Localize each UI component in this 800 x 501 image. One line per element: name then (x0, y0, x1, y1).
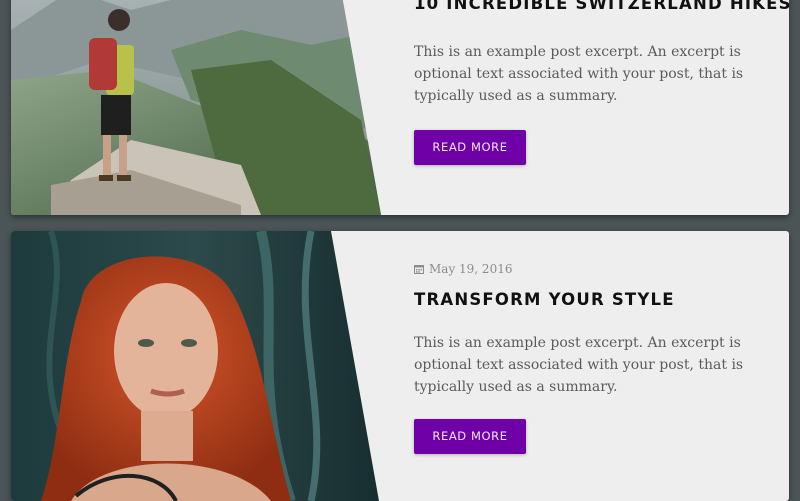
post-content: May 19, 2016 Transform Your Style This i… (414, 261, 749, 454)
post-content: 10 Incredible Switzerland Hikes This is … (414, 0, 789, 165)
post-date-text: May 19, 2016 (429, 262, 513, 276)
calendar-icon (414, 265, 424, 274)
portrait-image (11, 231, 379, 501)
post-thumbnail-hiker[interactable] (11, 0, 381, 215)
post-excerpt: This is an example post excerpt. An exce… (414, 335, 744, 395)
read-more-button[interactable]: READ MORE (414, 130, 526, 165)
post-card: 10 Incredible Switzerland Hikes This is … (11, 0, 789, 215)
read-more-button[interactable]: READ MORE (414, 419, 526, 454)
post-thumbnail-portrait[interactable] (11, 231, 379, 501)
post-excerpt: This is an example post excerpt. An exce… (414, 44, 744, 104)
hiker-image (11, 0, 381, 215)
post-title[interactable]: Transform Your Style (414, 287, 749, 313)
post-title[interactable]: 10 Incredible Switzerland Hikes (414, 0, 789, 18)
post-date: May 19, 2016 (414, 261, 749, 277)
post-card: May 19, 2016 Transform Your Style This i… (11, 231, 789, 501)
